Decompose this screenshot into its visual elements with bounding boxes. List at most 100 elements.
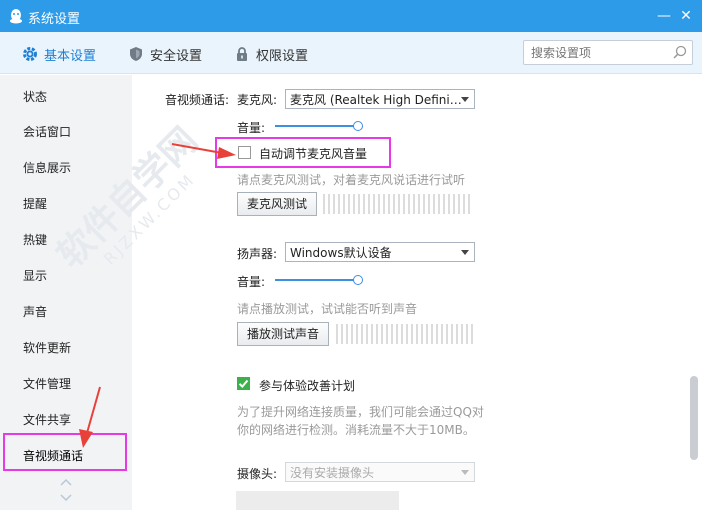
tab-basic-settings[interactable]: 基本设置 <box>22 44 96 64</box>
mic-device-value: 麦克风 (Realtek High Defini… <box>290 93 462 107</box>
speaker-label: 扬声器: <box>237 247 278 261</box>
chevron-down-icon[interactable] <box>60 493 72 503</box>
dropdown-caret-icon <box>461 97 469 102</box>
level-meter-bar <box>431 324 433 344</box>
sidebar-item-file-management[interactable]: 文件管理 <box>23 375 71 392</box>
slider-knob[interactable] <box>353 275 363 285</box>
sidebar-item-chat-window[interactable]: 会话窗口 <box>23 123 71 140</box>
auto-adjust-mic-label: 自动调节麦克风音量 <box>259 147 368 161</box>
search-icon[interactable] <box>672 45 687 60</box>
tab-label: 基本设置 <box>44 48 97 64</box>
speaker-test-hint: 请点播放测试，试试能否听到声音 <box>237 302 418 316</box>
sidebar-item-status[interactable]: 状态 <box>23 88 47 105</box>
sidebar-item-file-sharing[interactable]: 文件共享 <box>23 411 71 428</box>
level-meter-bar <box>351 324 353 344</box>
slider-track <box>275 279 358 281</box>
experience-program-checkbox[interactable] <box>237 377 250 390</box>
speaker-volume-slider[interactable] <box>275 275 363 285</box>
sidebar-item-software-update[interactable]: 软件更新 <box>23 339 71 356</box>
level-meter-bar <box>356 324 358 344</box>
level-meter-bar <box>328 194 330 214</box>
level-meter-bar <box>428 194 430 214</box>
mic-volume-slider[interactable] <box>275 121 363 131</box>
level-meter-bar <box>423 194 425 214</box>
level-meter-bar <box>446 324 448 344</box>
tab-security-settings[interactable]: 安全设置 <box>128 44 202 64</box>
level-meter-bar <box>336 324 338 344</box>
mic-volume-label: 音量: <box>237 121 266 135</box>
level-meter-bar <box>468 194 470 214</box>
level-meter-bar <box>448 194 450 214</box>
level-meter-bar <box>421 324 423 344</box>
speaker-level-meter <box>336 324 476 344</box>
lock-icon <box>237 47 247 61</box>
search-input[interactable] <box>531 45 671 61</box>
level-meter-bar <box>458 194 460 214</box>
dropdown-caret-icon <box>461 470 469 475</box>
mic-label: 麦克风: <box>237 93 278 107</box>
shield-icon <box>130 47 142 61</box>
level-meter-bar <box>333 194 335 214</box>
level-meter-bar <box>403 194 405 214</box>
level-meter-bar <box>323 194 325 214</box>
tab-permission-settings[interactable]: 权限设置 <box>234 44 308 64</box>
level-meter-bar <box>461 324 463 344</box>
level-meter-bar <box>341 324 343 344</box>
mic-device-select[interactable]: 麦克风 (Realtek High Defini… <box>285 89 475 109</box>
sidebar-item-info-display[interactable]: 信息展示 <box>23 159 71 176</box>
sidebar-item-hotkeys[interactable]: 热键 <box>23 231 47 248</box>
level-meter-bar <box>401 324 403 344</box>
mic-test-button[interactable]: 麦克风测试 <box>237 192 317 216</box>
qq-logo-icon <box>10 9 22 24</box>
level-meter-bar <box>443 194 445 214</box>
level-meter-bar <box>368 194 370 214</box>
mic-test-hint: 请点麦克风测试，对着麦克风说话进行试听 <box>237 173 466 187</box>
tab-label: 权限设置 <box>256 48 309 64</box>
close-button[interactable]: ✕ <box>676 6 696 26</box>
level-meter-bar <box>463 194 465 214</box>
level-meter-bar <box>361 324 363 344</box>
speaker-volume-label: 音量: <box>237 275 266 289</box>
level-meter-bar <box>411 324 413 344</box>
camera-label: 摄像头: <box>237 467 278 481</box>
level-meter-bar <box>436 324 438 344</box>
level-meter-bar <box>383 194 385 214</box>
level-meter-bar <box>413 194 415 214</box>
sidebar-item-sound[interactable]: 声音 <box>23 303 47 320</box>
annotation-arrow-to-checkbox <box>171 143 236 159</box>
sidebar-item-display[interactable]: 显示 <box>23 267 47 284</box>
level-meter-bar <box>471 324 473 344</box>
minimize-button[interactable]: — <box>654 6 674 26</box>
level-meter-bar <box>433 194 435 214</box>
experience-desc-line1: 为了提升网络连接质量，我们可能会通过QQ对 <box>237 405 484 419</box>
chevron-up-icon[interactable] <box>60 477 72 487</box>
camera-preview-area <box>236 491 399 510</box>
speaker-device-select[interactable]: Windows默认设备 <box>285 242 475 262</box>
level-meter-bar <box>453 194 455 214</box>
level-meter-bar <box>371 324 373 344</box>
speaker-test-button[interactable]: 播放测试声音 <box>237 322 329 346</box>
level-meter-bar <box>396 324 398 344</box>
camera-device-select[interactable]: 没有安装摄像头 <box>285 462 475 482</box>
level-meter-bar <box>406 324 408 344</box>
level-meter-bar <box>418 194 420 214</box>
dropdown-caret-icon <box>461 250 469 255</box>
level-meter-bar <box>386 324 388 344</box>
sidebar-item-reminder[interactable]: 提醒 <box>23 195 47 212</box>
level-meter-bar <box>466 324 468 344</box>
level-meter-bar <box>426 324 428 344</box>
level-meter-bar <box>391 324 393 344</box>
slider-knob[interactable] <box>353 121 363 131</box>
level-meter-bar <box>366 324 368 344</box>
level-meter-bar <box>343 194 345 214</box>
level-meter-bar <box>381 324 383 344</box>
level-meter-bar <box>456 324 458 344</box>
level-meter-bar <box>373 194 375 214</box>
title-bar: 系统设置 — ✕ <box>0 0 702 32</box>
mic-level-meter <box>323 194 475 214</box>
content-scrollbar-thumb[interactable] <box>690 376 698 460</box>
annotation-arrow-to-sidebar-item <box>79 386 101 448</box>
level-meter-bar <box>393 194 395 214</box>
level-meter-bar <box>378 194 380 214</box>
level-meter-bar <box>376 324 378 344</box>
